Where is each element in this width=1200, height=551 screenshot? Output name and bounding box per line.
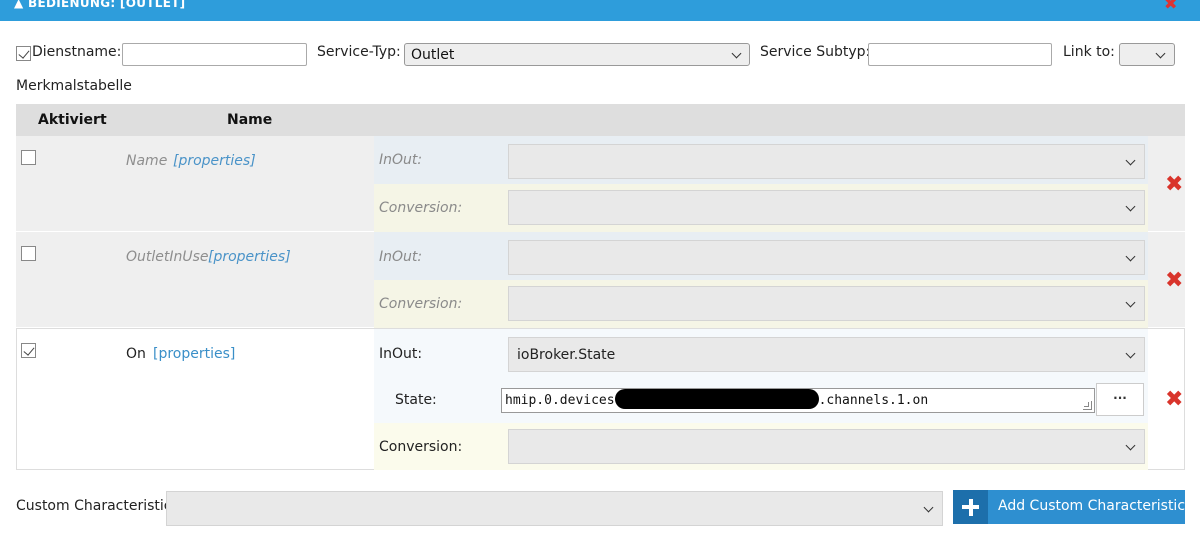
add-button-label: Add Custom Characteristic	[998, 498, 1186, 514]
chevron-down-icon	[1125, 155, 1136, 166]
delete-icon[interactable]: ✖	[1165, 389, 1183, 411]
table-row: On [properties] InOut: ioBroker.State St…	[16, 328, 1185, 470]
conversion-select[interactable]	[508, 429, 1145, 464]
subtyp-input[interactable]	[868, 43, 1052, 66]
inout-label: InOut:	[379, 249, 423, 265]
chevron-down-icon	[1125, 201, 1136, 212]
table-header: Aktiviert Name	[16, 104, 1185, 136]
conversion-cell: Conversion:	[374, 184, 1148, 232]
header-name: Name	[227, 112, 273, 128]
plus-icon	[953, 490, 988, 524]
add-custom-characteristic-button[interactable]: Add Custom Characteristic	[953, 490, 1185, 524]
table-row: Name [properties] InOut: Conversion: ✖	[16, 136, 1185, 232]
delete-icon[interactable]: ✖	[1165, 270, 1183, 292]
properties-link[interactable]: [properties]	[208, 249, 291, 265]
chevron-down-icon	[1125, 297, 1136, 308]
conversion-select[interactable]	[508, 190, 1145, 225]
inout-select[interactable]	[508, 144, 1145, 179]
custom-characteristic-select[interactable]	[166, 491, 943, 526]
inout-select[interactable]	[508, 240, 1145, 275]
dienstname-checkbox[interactable]	[16, 46, 31, 61]
characteristic-name: OutletInUse	[126, 249, 209, 265]
chevron-down-icon	[1125, 440, 1136, 451]
browse-button[interactable]: ···	[1096, 383, 1144, 416]
conversion-label: Conversion:	[379, 200, 463, 216]
linkto-select[interactable]	[1119, 43, 1175, 66]
inout-label: InOut:	[379, 152, 423, 168]
chevron-down-icon	[731, 48, 742, 59]
servicetyp-select[interactable]: Outlet	[404, 43, 750, 66]
conversion-label: Conversion:	[379, 296, 463, 312]
dienstname-input[interactable]	[122, 43, 307, 66]
row-checkbox[interactable]	[21, 150, 36, 165]
header-aktiviert: Aktiviert	[38, 112, 107, 128]
chevron-down-icon	[1155, 48, 1166, 59]
properties-link[interactable]: [properties]	[173, 153, 256, 169]
state-label: State:	[395, 392, 437, 408]
inout-label: InOut:	[379, 346, 423, 362]
servicetyp-value: Outlet	[411, 47, 455, 63]
state-input[interactable]: hmip.0.devices .channels.1.on	[501, 388, 1095, 413]
chevron-down-icon	[923, 502, 934, 513]
state-suffix: .channels.1.on	[818, 393, 929, 408]
table-row: OutletInUse [properties] InOut: Conversi…	[16, 232, 1185, 328]
linkto-label: Link to:	[1063, 44, 1115, 60]
servicetyp-label: Service-Typ:	[317, 44, 401, 60]
inout-value: ioBroker.State	[517, 347, 616, 363]
delete-icon[interactable]: ✖	[1165, 174, 1183, 196]
inout-cell: InOut:	[374, 232, 1148, 280]
inout-select[interactable]: ioBroker.State	[508, 337, 1145, 372]
row-checkbox[interactable]	[21, 343, 36, 358]
panel-title[interactable]: ▲ BEDIENUNG: [OUTLET]	[14, 0, 185, 10]
custom-characteristic-label: Custom Characteristic	[16, 498, 172, 514]
conversion-label: Conversion:	[379, 439, 463, 455]
chevron-down-icon	[1125, 251, 1136, 262]
table-caption: Merkmalstabelle	[16, 78, 132, 94]
resize-handle-icon[interactable]	[1083, 401, 1092, 410]
state-prefix: hmip.0.devices	[505, 393, 615, 408]
redacted-block	[614, 389, 819, 409]
conversion-select[interactable]	[508, 286, 1145, 321]
chevron-down-icon	[1125, 348, 1136, 359]
conversion-cell: Conversion:	[374, 423, 1148, 470]
subtyp-label: Service Subtyp:	[760, 44, 871, 60]
panel-header: ▲ BEDIENUNG: [OUTLET] ✖	[0, 0, 1200, 21]
properties-link[interactable]: [properties]	[153, 346, 235, 362]
inout-cell: InOut:	[374, 136, 1148, 184]
characteristic-name: On	[126, 346, 146, 362]
inout-cell: InOut: ioBroker.State State: hmip.0.devi…	[374, 329, 1148, 423]
characteristic-name: Name	[126, 153, 168, 169]
dienstname-label: Dienstname:	[32, 44, 122, 60]
conversion-cell: Conversion:	[374, 280, 1148, 328]
close-icon[interactable]: ✖	[1164, 0, 1180, 13]
row-checkbox[interactable]	[21, 246, 36, 261]
